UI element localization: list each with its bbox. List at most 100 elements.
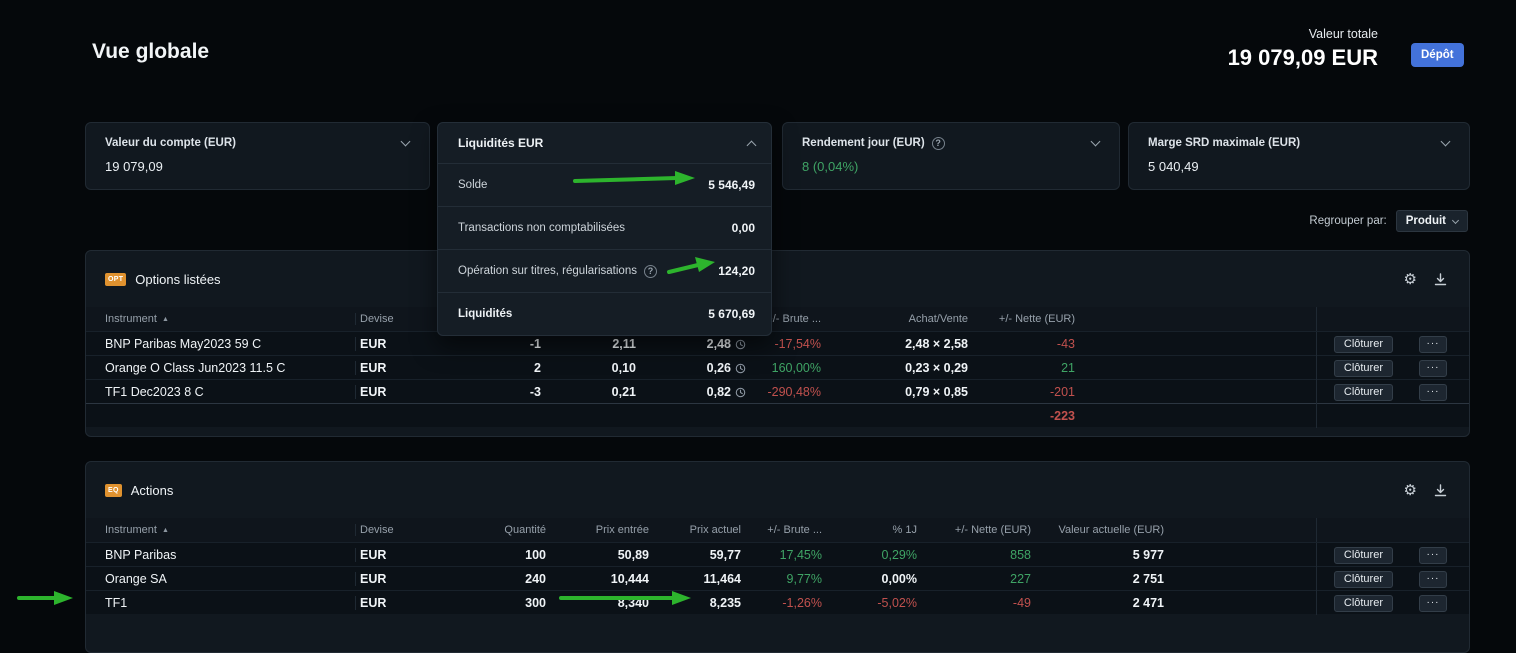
col-header-achat-vente[interactable]: Achat/Vente — [821, 313, 968, 325]
total-value: 19 079,09 EUR — [1228, 45, 1378, 71]
col-header-devise[interactable]: Devise — [355, 524, 455, 536]
quantity-cell: -3 — [455, 385, 541, 399]
liquidity-row-operations: Opération sur titres, régularisations ? … — [438, 249, 771, 292]
card-day-return[interactable]: Rendement jour (EUR) ? 8 (0,04%) — [782, 122, 1120, 190]
table-row: BNP Paribas May2023 59 C EUR -1 2,11 2,4… — [86, 331, 1469, 355]
sort-asc-icon: ▲ — [162, 527, 169, 534]
table-row: TF1 Dec2023 8 C EUR -3 0,21 0,82 -290,48… — [86, 379, 1469, 403]
more-options-button[interactable]: ··· — [1419, 595, 1447, 612]
card-srd-margin[interactable]: Marge SRD maximale (EUR) 5 040,49 — [1128, 122, 1470, 190]
quantity-cell: 100 — [455, 548, 546, 562]
col-header-prix-actuel[interactable]: Prix actuel — [649, 524, 741, 536]
current-price-cell: 2,48 — [636, 337, 746, 351]
devise-cell: EUR — [355, 548, 455, 562]
more-options-button[interactable]: ··· — [1419, 571, 1447, 588]
current-price-cell: 0,82 — [636, 385, 746, 399]
instrument-cell[interactable]: TF1 Dec2023 8 C — [105, 385, 355, 399]
group-by-control: Regrouper par: Produit — [1309, 210, 1468, 232]
gear-icon[interactable]: ⚙ — [1404, 272, 1417, 287]
options-table-header-row: Instrument▲ Devise +/- Brute ... Achat/V… — [86, 307, 1469, 331]
col-header-nette[interactable]: +/- Nette (EUR) — [917, 524, 1031, 536]
spacer-cell — [1316, 404, 1469, 428]
col-header-brute[interactable]: +/- Brute ... — [741, 524, 822, 536]
gross-return-cell: 9,77% — [741, 572, 822, 586]
close-position-button[interactable]: Clôturer — [1334, 336, 1393, 353]
col-header-valeur[interactable]: Valeur actuelle (EUR) — [1031, 524, 1164, 536]
more-options-button[interactable]: ··· — [1419, 336, 1447, 353]
gear-icon[interactable]: ⚙ — [1404, 483, 1417, 498]
card-account-value[interactable]: Valeur du compte (EUR) 19 079,09 — [85, 122, 430, 190]
current-price-value: 0,82 — [707, 385, 731, 399]
row-actions-cell: Clôturer ··· — [1316, 332, 1469, 356]
close-position-button[interactable]: Clôturer — [1334, 384, 1393, 401]
table-row: Orange O Class Jun2023 11.5 C EUR 2 0,10… — [86, 355, 1469, 379]
more-options-button[interactable]: ··· — [1419, 384, 1447, 401]
download-icon[interactable] — [1434, 273, 1447, 286]
help-icon[interactable]: ? — [644, 265, 657, 278]
col-header-nette[interactable]: +/- Nette (EUR) — [968, 313, 1075, 325]
entry-price-cell: 0,10 — [541, 361, 636, 375]
col-header-instrument[interactable]: Instrument▲ — [105, 524, 355, 536]
group-by-selected-value: Produit — [1406, 215, 1446, 227]
download-icon[interactable] — [1434, 484, 1447, 497]
row-actions-cell: Clôturer ··· — [1316, 543, 1469, 567]
instrument-cell[interactable]: TF1 — [105, 596, 355, 610]
options-section-tools: ⚙ — [1404, 272, 1447, 287]
net-return-cell: 227 — [917, 572, 1031, 586]
instrument-cell[interactable]: Orange SA — [105, 572, 355, 586]
card-account-value-head: Valeur du compte (EUR) — [105, 135, 409, 151]
card-srd-margin-amount: 5 040,49 — [1148, 159, 1449, 174]
entry-price-cell: 50,89 — [546, 548, 649, 562]
group-by-label: Regrouper par: — [1309, 215, 1386, 227]
close-position-button[interactable]: Clôturer — [1334, 571, 1393, 588]
table-row: BNP Paribas EUR 100 50,89 59,77 17,45% 0… — [86, 542, 1469, 566]
devise-cell: EUR — [355, 385, 455, 399]
help-icon[interactable]: ? — [932, 137, 945, 150]
current-value-cell: 2 751 — [1031, 572, 1164, 586]
col-header-instrument[interactable]: Instrument▲ — [105, 313, 355, 325]
col-header-quantite[interactable]: Quantité — [455, 524, 546, 536]
current-price-value: 0,26 — [707, 361, 731, 375]
close-position-button[interactable]: Clôturer — [1334, 595, 1393, 612]
col-header-prix-entree[interactable]: Prix entrée — [546, 524, 649, 536]
group-by-select[interactable]: Produit — [1396, 210, 1468, 232]
col-header-pct-1j[interactable]: % 1J — [822, 524, 917, 536]
liquidity-row-label: Transactions non comptabilisées — [458, 222, 625, 234]
liquidity-row-value: 124,20 — [718, 264, 755, 278]
close-position-button[interactable]: Clôturer — [1334, 360, 1393, 377]
instrument-cell[interactable]: BNP Paribas May2023 59 C — [105, 337, 355, 351]
current-price-cell: 59,77 — [649, 548, 741, 562]
liquidity-panel-header[interactable]: Liquidités EUR — [438, 123, 771, 163]
page-title: Vue globale — [92, 40, 209, 64]
instrument-cell[interactable]: Orange O Class Jun2023 11.5 C — [105, 361, 355, 375]
chevron-up-icon[interactable] — [747, 140, 757, 150]
current-price-cell: 8,235 — [649, 596, 741, 610]
liquidity-row-value: 5 670,69 — [708, 307, 755, 321]
net-return-cell: 21 — [968, 361, 1075, 375]
sort-asc-icon: ▲ — [162, 316, 169, 323]
chevron-down-icon[interactable] — [1441, 136, 1451, 146]
current-value-cell: 2 471 — [1031, 596, 1164, 610]
chevron-down-icon[interactable] — [1091, 136, 1101, 146]
options-section-title: Options listées — [135, 272, 220, 287]
card-account-value-label: Valeur du compte (EUR) — [105, 137, 236, 149]
card-day-return-label-text: Rendement jour (EUR) — [802, 137, 925, 149]
close-position-button[interactable]: Clôturer — [1334, 547, 1393, 564]
liquidity-row-solde: Solde 5 546,49 — [438, 163, 771, 206]
gross-return-cell: -17,54% — [746, 337, 821, 351]
more-options-button[interactable]: ··· — [1419, 360, 1447, 377]
entry-price-cell: 10,444 — [546, 572, 649, 586]
equities-section-tools: ⚙ — [1404, 483, 1447, 498]
col-header-actions — [1316, 307, 1469, 331]
chevron-down-icon[interactable] — [401, 136, 411, 146]
gross-return-cell: -1,26% — [741, 596, 822, 610]
deposit-button[interactable]: Dépôt — [1411, 43, 1464, 67]
equities-badge: EQ — [105, 484, 122, 497]
entry-price-cell: 8,340 — [546, 596, 649, 610]
instrument-cell[interactable]: BNP Paribas — [105, 548, 355, 562]
row-actions-cell: Clôturer ··· — [1316, 567, 1469, 591]
entry-price-cell: 2,11 — [541, 337, 636, 351]
options-section: OPT Options listées ⚙ Instrument▲ Devise… — [85, 250, 1470, 437]
current-price-cell: 0,26 — [636, 361, 746, 375]
more-options-button[interactable]: ··· — [1419, 547, 1447, 564]
